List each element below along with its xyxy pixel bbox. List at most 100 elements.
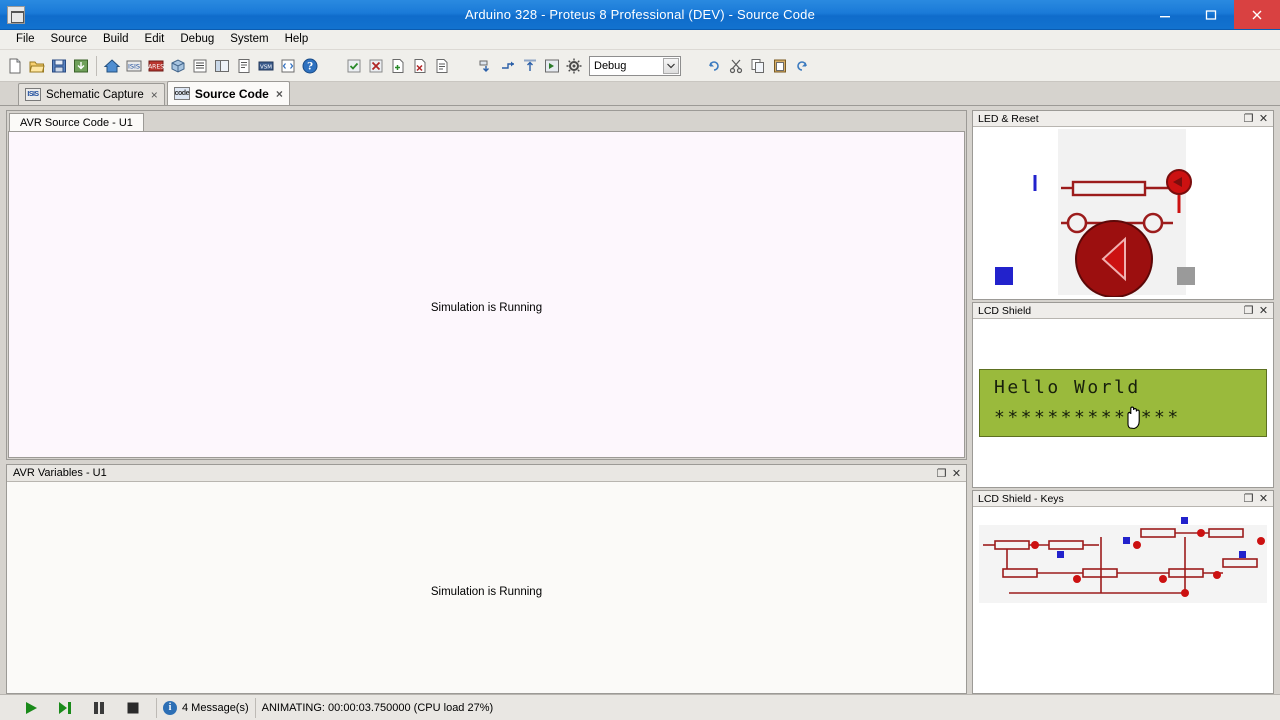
step-simulation-button[interactable]	[48, 696, 82, 720]
chevron-down-icon[interactable]	[663, 57, 679, 74]
add-file-icon[interactable]	[387, 55, 409, 77]
import-project-icon[interactable]	[70, 55, 92, 77]
panel-lcd-shield-restore-icon[interactable]: ❐	[1241, 304, 1256, 318]
source-code-editor-area[interactable]: Simulation is Running	[8, 131, 965, 458]
svg-text:ISIS: ISIS	[128, 62, 140, 70]
toolbar-group-modules: ISIS ARES VSM ?	[101, 55, 321, 77]
open-project-icon[interactable]	[26, 55, 48, 77]
tab-source-code-close-icon[interactable]: ×	[276, 87, 283, 101]
title-bar: Arduino 328 - Proteus 8 Professional (DE…	[0, 0, 1280, 30]
copy-icon[interactable]	[747, 55, 769, 77]
panel-lcd-shield-close-icon[interactable]: ✕	[1256, 304, 1271, 318]
menu-item-source[interactable]: Source	[43, 30, 95, 49]
undo-icon[interactable]	[703, 55, 725, 77]
clean-project-icon[interactable]	[365, 55, 387, 77]
3d-visualizer-icon[interactable]	[167, 55, 189, 77]
source-code-icon[interactable]	[277, 55, 299, 77]
step-over-icon[interactable]	[497, 55, 519, 77]
build-configuration-select[interactable]: Debug	[589, 55, 681, 76]
maximize-button[interactable]	[1188, 0, 1234, 29]
tab-source-code-label: Source Code	[194, 86, 269, 101]
menu-item-system[interactable]: System	[222, 30, 276, 49]
menu-item-build[interactable]: Build	[95, 30, 137, 49]
panel-lcd-shield: LCD Shield ❐ ✕ Hello World *************…	[972, 302, 1274, 488]
panel-led-and-reset-restore-icon[interactable]: ❐	[1241, 112, 1256, 126]
message-count-label: 4 Message(s)	[182, 701, 249, 714]
gear-icon[interactable]	[563, 55, 585, 77]
toolbar-group-clipboard	[703, 55, 813, 77]
paste-icon[interactable]	[769, 55, 791, 77]
left-column: AVR Source Code - U1 Simulation is Runni…	[6, 110, 967, 694]
design-explorer-icon[interactable]	[211, 55, 233, 77]
panel-led-and-reset-header: LED & Reset ❐ ✕	[973, 111, 1273, 127]
stop-simulation-button[interactable]	[116, 696, 150, 720]
message-count[interactable]: i 4 Message(s)	[163, 700, 249, 715]
panel-lcd-shield-title: LCD Shield	[978, 304, 1032, 317]
toolbar: ISIS ARES VSM ? Debug	[0, 50, 1280, 82]
step-into-icon[interactable]	[475, 55, 497, 77]
tab-source-code[interactable]: code Source Code ×	[166, 81, 290, 105]
schematic-keys	[979, 517, 1267, 603]
redo-icon[interactable]	[791, 55, 813, 77]
home-icon[interactable]	[101, 55, 123, 77]
right-column: LED & Reset ❐ ✕ LCD Shield ❐ ✕ Hello Wor…	[972, 110, 1274, 694]
pause-simulation-button[interactable]	[82, 696, 116, 720]
svg-text:VSM: VSM	[260, 64, 272, 70]
source-icon: code	[173, 87, 190, 100]
panel-lcd-shield-keys-restore-icon[interactable]: ❐	[1241, 492, 1256, 506]
toolbar-group-build	[343, 55, 453, 77]
info-icon: i	[163, 700, 177, 715]
panel-lcd-shield-header: LCD Shield ❐ ✕	[973, 303, 1273, 319]
schematic-capture-icon[interactable]: ISIS	[123, 55, 145, 77]
status-bar-separator-1	[156, 697, 157, 718]
menu-item-file[interactable]: File	[8, 30, 43, 49]
panel-lcd-shield-keys-close-icon[interactable]: ✕	[1256, 492, 1271, 506]
run-to-cursor-icon[interactable]	[541, 55, 563, 77]
build-configuration-value: Debug	[594, 59, 627, 72]
new-project-icon[interactable]	[4, 55, 26, 77]
panel-lcd-shield-keys: LCD Shield - Keys ❐ ✕	[972, 490, 1274, 694]
panel-lcd-shield-keys-header: LCD Shield - Keys ❐ ✕	[973, 491, 1273, 507]
pcb-layout-icon[interactable]: ARES	[145, 55, 167, 77]
step-out-icon[interactable]	[519, 55, 541, 77]
vsm-studio-icon[interactable]: VSM	[255, 55, 277, 77]
panel-led-and-reset-body[interactable]	[973, 127, 1273, 299]
remove-file-icon[interactable]	[409, 55, 431, 77]
bill-of-materials-icon[interactable]	[189, 55, 211, 77]
new-source-file-icon[interactable]	[431, 55, 453, 77]
variables-pane-restore-icon[interactable]: ❐	[934, 466, 949, 480]
variables-pane-close-icon[interactable]: ✕	[949, 466, 964, 480]
panel-lcd-shield-keys-body[interactable]	[973, 507, 1273, 693]
build-project-icon[interactable]	[343, 55, 365, 77]
menu-item-debug[interactable]: Debug	[172, 30, 222, 49]
workspace: AVR Source Code - U1 Simulation is Runni…	[0, 106, 1280, 694]
animating-status: ANIMATING: 00:00:03.750000 (CPU load 27%…	[261, 701, 494, 714]
tab-schematic-capture-close-icon[interactable]: ×	[151, 88, 158, 102]
tab-schematic-capture[interactable]: ISIS Schematic Capture ×	[18, 83, 165, 105]
run-simulation-button[interactable]	[14, 696, 48, 720]
panel-lcd-shield-body[interactable]: Hello World **************	[973, 319, 1273, 487]
lcd-display: Hello World **************	[979, 369, 1267, 437]
tab-schematic-capture-label: Schematic Capture	[46, 88, 144, 101]
close-button[interactable]	[1234, 0, 1280, 29]
project-notes-icon[interactable]	[233, 55, 255, 77]
toolbar-group-debug: Debug	[475, 55, 681, 77]
panel-led-and-reset-title: LED & Reset	[978, 112, 1039, 125]
toolbar-separator	[96, 55, 97, 76]
panel-led-and-reset-close-icon[interactable]: ✕	[1256, 112, 1271, 126]
proteus-icon	[7, 5, 25, 24]
panel-led-and-reset: LED & Reset ❐ ✕	[972, 110, 1274, 300]
svg-text:ARES: ARES	[148, 63, 164, 70]
help-icon[interactable]: ?	[299, 55, 321, 77]
menu-item-help[interactable]: Help	[277, 30, 317, 49]
source-code-pane-tab[interactable]: AVR Source Code - U1	[9, 113, 144, 131]
variables-pane-title: AVR Variables - U1	[13, 467, 107, 479]
menu-item-edit[interactable]: Edit	[137, 30, 173, 49]
schematic-led-reset	[995, 129, 1195, 297]
variables-pane: AVR Variables - U1 ❐ ✕ Simulation is Run…	[6, 464, 967, 694]
cut-icon[interactable]	[725, 55, 747, 77]
source-code-pane-tab-label: AVR Source Code - U1	[20, 116, 133, 129]
minimize-button[interactable]	[1142, 0, 1188, 29]
variables-pane-body[interactable]: Simulation is Running	[7, 482, 966, 693]
save-project-icon[interactable]	[48, 55, 70, 77]
